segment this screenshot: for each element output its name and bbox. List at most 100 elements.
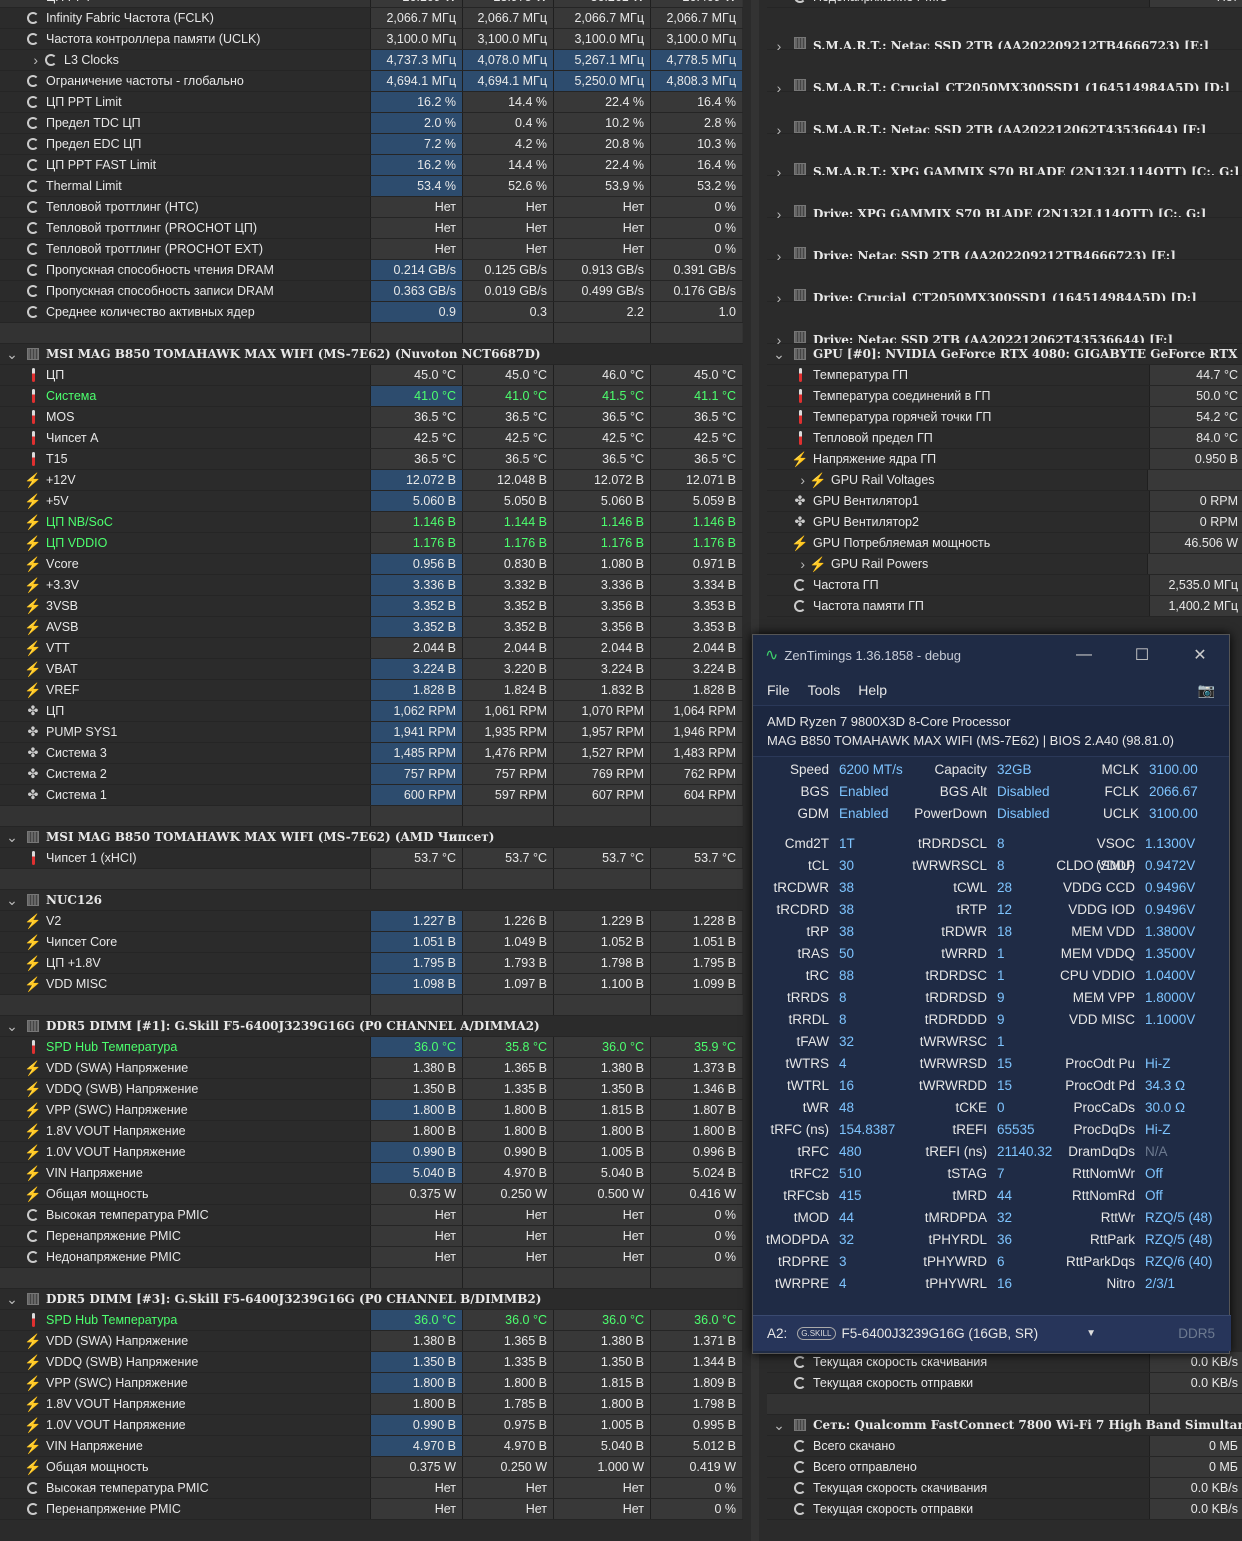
sensor-row[interactable]: ✤ GPU Вентилятор2 0 RPM xyxy=(767,512,1242,533)
sensor-row[interactable]: ⚡ 1.8V VOUT Напряжение 1.800 В 1.785 В 1.800… xyxy=(0,1394,743,1415)
sensor-row[interactable]: Температура горячей точки ГП 54.2 °C xyxy=(767,407,1242,428)
sensor-group-header[interactable]: › S.M.A.R.T.: Crucial_CT2050MX300SSD1 (16… xyxy=(767,50,1242,96)
expand-chevron-icon[interactable]: › xyxy=(767,218,791,264)
sensor-row[interactable] xyxy=(767,1394,1242,1415)
sensor-row[interactable]: › ⚡ GPU Rail Powers xyxy=(767,554,1242,575)
sensor-row[interactable]: Тепловой троттлинг (PROCHOT EXT) Нет Нет Не… xyxy=(0,239,743,260)
sensor-row[interactable]: ⚡ ЦП VDDIO 1.176 В 1.176 В 1.176 В 1.176 В xyxy=(0,533,743,554)
sensor-row[interactable]: ЦП PPT FAST Limit 16.2 % 14.4 % 22.4 % 16.4 … xyxy=(0,155,743,176)
expand-chevron-icon[interactable]: › xyxy=(767,302,791,348)
chevron-down-icon[interactable]: ▼ xyxy=(1086,1328,1096,1339)
sensor-list-left[interactable]: ЦП PPT26.109 W23.975 W36.261 W26.409 WIn… xyxy=(0,0,743,1541)
sensor-group-header[interactable]: › Drive: XPG GAMMIX S70 BLADE (2N132L114Q… xyxy=(767,176,1242,222)
sensor-group-header[interactable]: ⌄ Сеть: Qualcomm FastConnect 7800 Wi-Fi 7… xyxy=(767,1415,1242,1436)
sensor-row[interactable]: ⚡ VDD (SWA) Напряжение 1.380 В 1.365 В 1.380… xyxy=(0,1058,743,1079)
sensor-row[interactable]: ✤ PUMP SYS1 1,941 RPM 1,935 RPM 1,957 RPM 1,9… xyxy=(0,722,743,743)
sensor-row[interactable]: ✤ Система 1 600 RPM 597 RPM 607 RPM 604 RPM xyxy=(0,785,743,806)
sensor-row[interactable]: Пропускная способность чтения DRAM 0.214 … xyxy=(0,260,743,281)
sensor-row[interactable]: Высокая температура PMIC Нет Нет Нет 0 % xyxy=(0,1205,743,1226)
sensor-row[interactable]: Тепловой троттлинг (PROCHOT ЦП) Нет Нет Нет… xyxy=(0,218,743,239)
sensor-row[interactable]: ⚡ 1.8V VOUT Напряжение 1.800 В 1.800 В 1.800… xyxy=(0,1121,743,1142)
sensor-row[interactable]: ⚡ VPP (SWC) Напряжение 1.800 В 1.800 В 1.815… xyxy=(0,1373,743,1394)
sensor-group-header[interactable]: › S.M.A.R.T.: Netac SSD 2TB (AA202209212T… xyxy=(767,8,1242,54)
expand-chevron-icon[interactable]: › xyxy=(767,8,791,54)
sensor-row[interactable]: ⚡ Напряжение ядра ГП 0.950 В xyxy=(767,449,1242,470)
sensor-row[interactable]: ⚡ ЦП +1.8V 1.795 В 1.793 В 1.798 В 1.795 В xyxy=(0,953,743,974)
sensor-row[interactable]: ✤ Система 3 1,485 RPM 1,476 RPM 1,527 RPM 1,4… xyxy=(0,743,743,764)
sensor-group-header[interactable]: ⌄ MSI MAG B850 TOMAHAWK MAX WIFI (MS-7E62… xyxy=(0,827,743,848)
sensor-row[interactable]: ⚡ VBAT 3.224 В 3.220 В 3.224 В 3.224 В xyxy=(0,659,743,680)
menu-file[interactable]: File xyxy=(767,682,790,698)
sensor-row[interactable]: ⚡ VREF 1.828 В 1.824 В 1.832 В 1.828 В xyxy=(0,680,743,701)
sensor-row[interactable] xyxy=(0,869,743,890)
sensor-row[interactable] xyxy=(0,1268,743,1289)
maximize-button[interactable]: ☐ xyxy=(1113,645,1171,665)
sensor-row[interactable] xyxy=(0,806,743,827)
sensor-row[interactable]: ⚡ +3.3V 3.336 В 3.332 В 3.336 В 3.334 В xyxy=(0,575,743,596)
collapse-chevron-icon[interactable]: ⌄ xyxy=(0,827,24,847)
sensor-row[interactable]: ⚡ VIN Напряжение 4.970 В 4.970 В 5.040 В 5.01… xyxy=(0,1436,743,1457)
sensor-row[interactable]: SPD Hub Температура 36.0 °C 36.0 °C 36.0 °C… xyxy=(0,1310,743,1331)
sensor-row[interactable] xyxy=(0,323,743,344)
sensor-row[interactable]: Недонапряжение PMICНет xyxy=(767,0,1242,8)
sensor-row[interactable]: Частота памяти ГП 1,400.2 МГц xyxy=(767,596,1242,617)
sensor-row[interactable]: SPD Hub Температура 36.0 °C 35.8 °C 36.0 °C… xyxy=(0,1037,743,1058)
sensor-row[interactable]: ⚡ AVSB 3.352 В 3.352 В 3.356 В 3.353 В xyxy=(0,617,743,638)
sensor-group-header[interactable]: › Drive: Netac SSD 2TB (AA202212062T43536… xyxy=(767,302,1242,348)
collapse-chevron-icon[interactable]: ⌄ xyxy=(767,344,791,364)
sensor-row[interactable]: Высокая температура PMIC Нет Нет Нет 0 % xyxy=(0,1478,743,1499)
sensor-row[interactable]: ⚡ VIN Напряжение 5.040 В 4.970 В 5.040 В 5.02… xyxy=(0,1163,743,1184)
sensor-row[interactable]: ⚡ Общая мощность 0.375 W 0.250 W 1.000 W 0.41… xyxy=(0,1457,743,1478)
sensor-group-header[interactable]: ⌄ DDR5 DIMM [#3]: G.Skill F5-6400J3239G16… xyxy=(0,1289,743,1310)
sensor-row[interactable]: MOS 36.5 °C 36.5 °C 36.5 °C 36.5 °C xyxy=(0,407,743,428)
module-selector[interactable]: A2: G.SKILL F5-6400J3239G16G (16GB, SR) … xyxy=(753,1315,1231,1351)
sensor-row[interactable]: Предел EDC ЦП 7.2 % 4.2 % 20.8 % 10.3 % xyxy=(0,134,743,155)
sensor-row[interactable]: Тепловой предел ГП 84.0 °C xyxy=(767,428,1242,449)
sensor-row[interactable]: Текущая скорость отправки 0.0 KB/s xyxy=(767,1373,1242,1394)
expand-chevron-icon[interactable]: › xyxy=(767,92,791,138)
expand-chevron-icon[interactable]: › xyxy=(0,50,42,70)
sensor-row[interactable]: Пропускная способность записи DRAM 0.363 … xyxy=(0,281,743,302)
sensor-row[interactable]: Infinity Fabric Частота (FCLK) 2,066.7 МГ… xyxy=(0,8,743,29)
sensor-group-header[interactable]: ⌄ DDR5 DIMM [#1]: G.Skill F5-6400J3239G16… xyxy=(0,1016,743,1037)
sensor-row[interactable]: ✤ ЦП 1,062 RPM 1,061 RPM 1,070 RPM 1,064 RPM xyxy=(0,701,743,722)
sensor-row[interactable]: ⚡ VDDQ (SWB) Напряжение 1.350 В 1.335 В 1.35… xyxy=(0,1352,743,1373)
sensor-row[interactable]: Частота ГП 2,535.0 МГц xyxy=(767,575,1242,596)
expand-chevron-icon[interactable]: › xyxy=(767,50,791,96)
zentimings-titlebar[interactable]: ∿ ZenTimings 1.36.1858 - debug — ☐ ✕ xyxy=(753,635,1229,675)
menu-help[interactable]: Help xyxy=(858,682,887,698)
camera-icon[interactable]: 📷 xyxy=(1198,682,1215,699)
sensor-row[interactable]: Всего скачано 0 МБ xyxy=(767,1436,1242,1457)
sensor-row[interactable]: ⚡ VDD (SWA) Напряжение 1.380 В 1.365 В 1.380… xyxy=(0,1331,743,1352)
sensor-row[interactable]: Температура ГП 44.7 °C xyxy=(767,365,1242,386)
sensor-row[interactable]: Предел TDC ЦП 2.0 % 0.4 % 10.2 % 2.8 % xyxy=(0,113,743,134)
sensor-row[interactable]: Перенапряжение PMIC Нет Нет Нет 0 % xyxy=(0,1226,743,1247)
sensor-row[interactable]: Ограничение частоты - глобально 4,694.1 М… xyxy=(0,71,743,92)
sensor-group-header[interactable]: ⌄ MSI MAG B850 TOMAHAWK MAX WIFI (MS-7E62… xyxy=(0,344,743,365)
zentimings-window[interactable]: ∿ ZenTimings 1.36.1858 - debug — ☐ ✕ Fil… xyxy=(752,634,1231,1354)
sensor-row[interactable]: Чипсет 1 (xHCI) 53.7 °C 53.7 °C 53.7 °C 53.7… xyxy=(0,848,743,869)
collapse-chevron-icon[interactable]: ⌄ xyxy=(0,1016,24,1036)
sensor-row[interactable]: Частота контроллера памяти (UCLK) 3,100.0… xyxy=(0,29,743,50)
sensor-group-header[interactable]: ⌄ NUC126 xyxy=(0,890,743,911)
sensor-row[interactable]: ⚡ Чипсет Core 1.051 В 1.049 В 1.052 В 1.051 В xyxy=(0,932,743,953)
sensor-row[interactable]: ⚡ 1.0V VOUT Напряжение 0.990 В 0.975 В 1.005… xyxy=(0,1415,743,1436)
sensor-row[interactable] xyxy=(0,995,743,1016)
expand-chevron-icon[interactable]: › xyxy=(767,470,809,490)
sensor-row[interactable]: Среднее количество активных ядер 0.9 0.3 2.… xyxy=(0,302,743,323)
sensor-row[interactable]: ЦП PPT26.109 W23.975 W36.261 W26.409 W xyxy=(0,0,743,8)
collapse-chevron-icon[interactable]: ⌄ xyxy=(0,1289,24,1309)
sensor-row[interactable]: Система 41.0 °C 41.0 °C 41.5 °C 41.1 °C xyxy=(0,386,743,407)
sensor-row[interactable]: ⚡ Vcore 0.956 В 0.830 В 1.080 В 0.971 В xyxy=(0,554,743,575)
sensor-row[interactable]: ⚡ Общая мощность 0.375 W 0.250 W 0.500 W 0.41… xyxy=(0,1184,743,1205)
sensor-group-header[interactable]: ⌄ GPU [#0]: NVIDIA GeForce RTX 4080: GIGA… xyxy=(767,344,1242,365)
sensor-row[interactable]: › ⚡ GPU Rail Voltages xyxy=(767,470,1242,491)
sensor-group-header[interactable]: › S.M.A.R.T.: Netac SSD 2TB (AA202212062T… xyxy=(767,92,1242,138)
expand-chevron-icon[interactable]: › xyxy=(767,554,809,574)
sensor-group-header[interactable]: › S.M.A.R.T.: XPG GAMMIX S70 BLADE (2N132… xyxy=(767,134,1242,180)
expand-chevron-icon[interactable]: › xyxy=(767,260,791,306)
sensor-row[interactable]: ⚡ VPP (SWC) Напряжение 1.800 В 1.800 В 1.815… xyxy=(0,1100,743,1121)
sensor-row[interactable]: › L3 Clocks 4,737.3 МГц 4,078.0 МГц 5,267.1 … xyxy=(0,50,743,71)
sensor-row[interactable]: ⚡ +12V 12.072 В 12.048 В 12.072 В 12.071 В xyxy=(0,470,743,491)
sensor-row[interactable]: Температура соединений в ГП 50.0 °C xyxy=(767,386,1242,407)
